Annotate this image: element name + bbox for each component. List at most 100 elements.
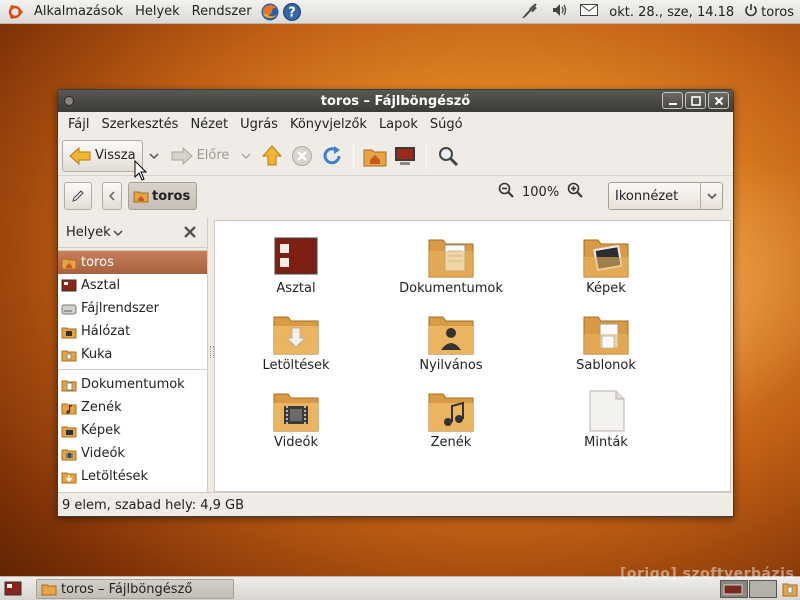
forward-history-dropdown[interactable]: [235, 140, 257, 172]
watermark-text: [origo] szoftverbázis: [620, 566, 795, 582]
toolbar: Vissza Előre: [58, 136, 733, 176]
search-button[interactable]: [433, 140, 463, 172]
file-item-music[interactable]: Zenék: [386, 389, 516, 450]
zoom-level[interactable]: 100%: [522, 185, 559, 200]
zoom-out-icon: [498, 182, 514, 198]
minimize-icon: [668, 102, 677, 105]
file-item-videos[interactable]: Videók: [231, 389, 361, 450]
harddisk-icon: [61, 304, 77, 314]
sidebar-item-network[interactable]: Hálózat: [58, 320, 207, 343]
reload-button[interactable]: [317, 140, 347, 172]
path-button-home[interactable]: toros: [128, 182, 198, 210]
sidebar-item-music[interactable]: Zenék: [58, 396, 207, 419]
menu-bookmarks[interactable]: Könyvjelzők: [284, 117, 373, 132]
sidebar-item-label: Zenék: [81, 400, 122, 415]
network-folder-icon: [61, 327, 77, 338]
minimize-button[interactable]: [662, 92, 683, 109]
menu-go[interactable]: Ugrás: [234, 117, 284, 132]
examples-document-icon: [589, 390, 625, 432]
computer-button[interactable]: [390, 140, 420, 172]
zoom-out-button[interactable]: [498, 182, 514, 202]
file-item-public[interactable]: Nyilvános: [386, 312, 516, 373]
sidebar-divider: [58, 369, 207, 370]
back-arrow-icon: [69, 146, 91, 165]
user-menu[interactable]: toros: [744, 3, 794, 21]
sidebar-close-button[interactable]: [183, 225, 197, 243]
sidebar-item-label: Kuka: [81, 347, 113, 362]
window-menu-icon[interactable]: [64, 96, 74, 106]
workspace-switcher[interactable]: [720, 580, 778, 600]
file-item-documents[interactable]: Dokumentumok: [386, 235, 516, 296]
back-label: Vissza: [95, 148, 136, 163]
menu-edit[interactable]: Szerkesztés: [95, 117, 184, 132]
mouse-cursor-icon: [134, 159, 148, 186]
home-button[interactable]: [360, 140, 390, 172]
menu-view[interactable]: Nézet: [184, 117, 234, 132]
file-item-templates[interactable]: Sablonok: [541, 312, 671, 373]
mail-icon[interactable]: [579, 2, 599, 22]
downloads-folder-icon: [61, 472, 77, 483]
sidebar-item-videos[interactable]: Videók: [58, 442, 207, 465]
folder-icon: [41, 584, 57, 596]
stop-button[interactable]: [287, 140, 317, 172]
sidebar-item-trash[interactable]: Kuka: [58, 343, 207, 366]
file-item-pictures[interactable]: Képek: [541, 235, 671, 296]
maximize-button[interactable]: [685, 92, 706, 109]
sidebar-item-documents[interactable]: Dokumentumok: [58, 373, 207, 396]
path-scroll-left-button[interactable]: [102, 182, 122, 210]
window-title: toros – Fájlböngésző: [320, 93, 471, 109]
firefox-icon[interactable]: [260, 2, 280, 22]
sidebar-item-downloads[interactable]: Letöltések: [58, 465, 207, 488]
toggle-location-entry-button[interactable]: [64, 182, 92, 210]
sidebar: Helyek toros Asztal Fájlrendszer Hálózat…: [58, 218, 208, 494]
volume-icon[interactable]: [551, 1, 569, 23]
ubuntu-logo-icon[interactable]: [6, 3, 24, 21]
network-disconnected-icon[interactable]: [521, 1, 541, 23]
sidebar-item-pictures[interactable]: Képek: [58, 419, 207, 442]
trash-applet-icon[interactable]: [782, 581, 798, 600]
forward-label: Előre: [196, 148, 230, 163]
menu-tabs[interactable]: Lapok: [373, 117, 424, 132]
view-mode-select[interactable]: Ikonnézet: [608, 182, 723, 210]
back-button[interactable]: Vissza: [62, 139, 143, 172]
forward-button[interactable]: Előre: [165, 140, 236, 172]
menu-applications[interactable]: Alkalmazások: [28, 4, 129, 19]
show-desktop-button[interactable]: [4, 581, 22, 600]
sidebar-item-label: Dokumentumok: [81, 377, 185, 392]
status-bar: 9 elem, szabad hely: 4,9 GB: [58, 492, 733, 516]
menu-file[interactable]: Fájl: [62, 117, 95, 132]
menu-system[interactable]: Rendszer: [186, 4, 258, 19]
toolbar-separator: [426, 142, 428, 169]
stop-icon: [292, 145, 313, 166]
close-button[interactable]: [708, 92, 729, 109]
close-icon: [184, 226, 196, 238]
menu-places[interactable]: Helyek: [129, 4, 186, 19]
window-titlebar[interactable]: toros – Fájlböngésző: [58, 90, 733, 112]
sidebar-item-filesystem[interactable]: Fájlrendszer: [58, 297, 207, 320]
zoom-in-button[interactable]: [567, 182, 583, 202]
chevron-down-icon: [241, 152, 251, 159]
taskbar-item-file-browser[interactable]: toros – Fájlböngésző: [36, 579, 234, 599]
file-item-downloads[interactable]: Letöltések: [231, 312, 361, 373]
trash-icon: [61, 350, 77, 361]
sidebar-item-label: Asztal: [81, 278, 121, 293]
desktop-icon: [61, 279, 77, 291]
home-folder-icon: [133, 191, 149, 203]
up-button[interactable]: [257, 140, 287, 172]
file-view: Asztal Dokumentumok Képek Letöltések Nyi…: [214, 220, 731, 492]
help-icon[interactable]: ?: [282, 2, 302, 22]
sidebar-header[interactable]: Helyek: [58, 218, 207, 248]
file-item-desktop[interactable]: Asztal: [231, 235, 361, 296]
places-list: toros Asztal Fájlrendszer Hálózat Kuka D…: [58, 250, 207, 494]
sidebar-item-desktop[interactable]: Asztal: [58, 274, 207, 297]
home-folder-icon: [61, 258, 77, 269]
user-name: toros: [761, 4, 794, 20]
documents-folder-icon: [428, 239, 474, 278]
taskbar-item-label: toros – Fájlböngésző: [61, 581, 193, 597]
clock[interactable]: okt. 28., sze, 14.18: [609, 5, 734, 20]
pictures-folder-icon: [583, 239, 629, 278]
file-item-examples[interactable]: Minták: [541, 389, 671, 450]
menu-help[interactable]: Súgó: [424, 117, 469, 132]
sidebar-item-home[interactable]: toros: [58, 251, 207, 274]
show-desktop-icon: [4, 581, 22, 596]
